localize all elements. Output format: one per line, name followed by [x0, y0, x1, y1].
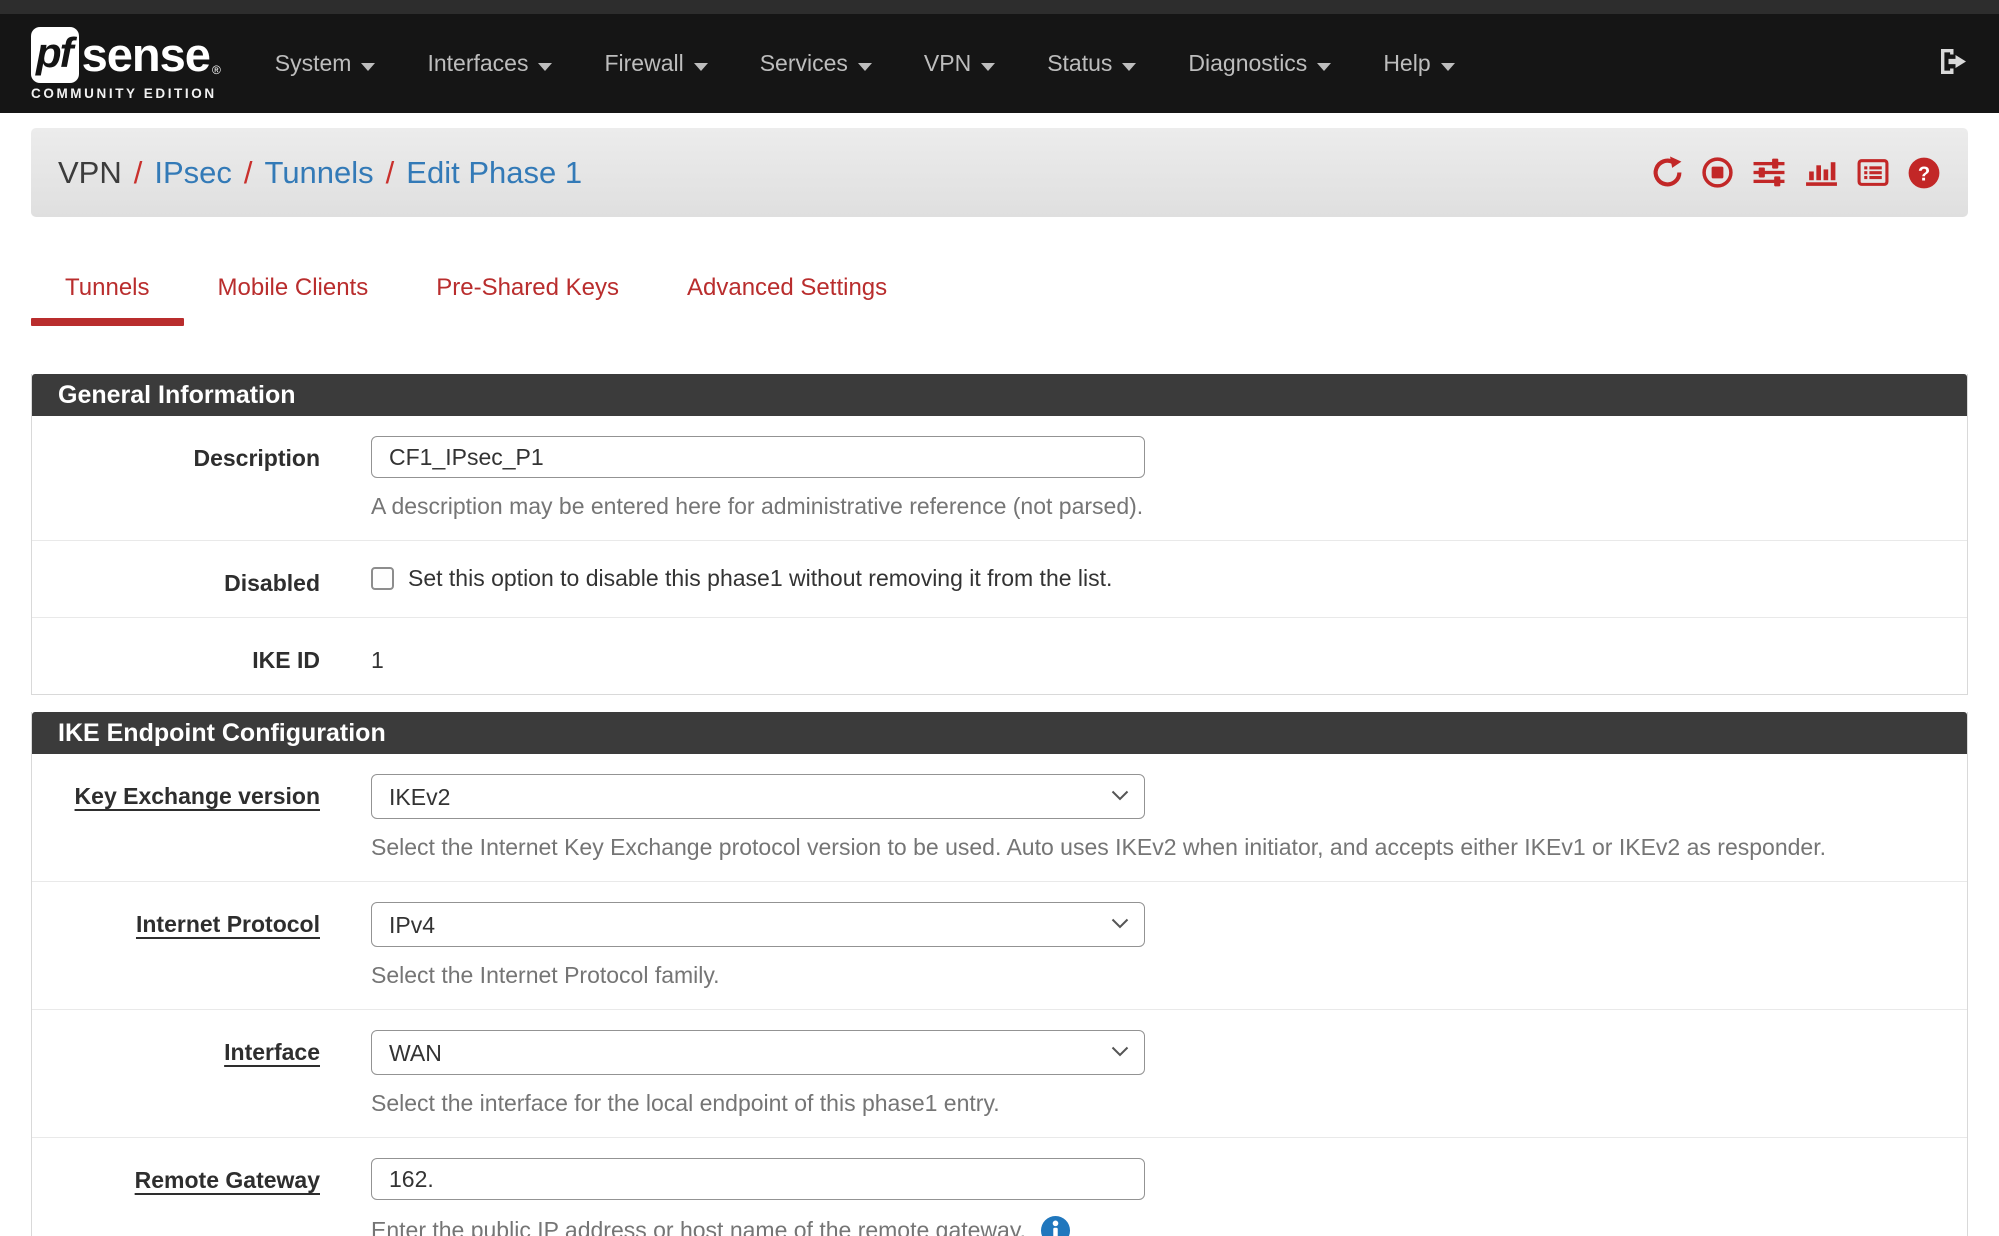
chevron-down-icon — [361, 63, 375, 71]
menu-vpn[interactable]: VPN — [898, 50, 1021, 77]
menu-system[interactable]: System — [249, 50, 402, 77]
sliders-icon[interactable] — [1751, 156, 1787, 189]
logo-edition-text: COMMUNITY EDITION — [31, 86, 221, 101]
pfsense-logo[interactable]: pf sense ® COMMUNITY EDITION — [31, 27, 221, 101]
top-strip — [0, 0, 1999, 14]
menu-services[interactable]: Services — [734, 50, 898, 77]
menu-diagnostics[interactable]: Diagnostics — [1162, 50, 1357, 77]
disabled-checkbox-label: Set this option to disable this phase1 w… — [408, 565, 1112, 592]
breadcrumb-bar: VPN / IPsec / Tunnels / Edit Phase 1 — [31, 128, 1968, 217]
breadcrumb-separator: / — [232, 155, 265, 191]
tab-advanced-settings[interactable]: Advanced Settings — [653, 274, 921, 326]
breadcrumb-separator: / — [122, 155, 155, 191]
chevron-down-icon — [694, 63, 708, 71]
remote-gateway-label: Remote Gateway — [32, 1158, 320, 1236]
row-ike-id: IKE ID 1 — [32, 618, 1967, 694]
internet-protocol-help: Select the Internet Protocol family. — [371, 962, 1967, 989]
remote-gateway-input[interactable] — [371, 1158, 1145, 1200]
row-key-exchange-version: Key Exchange version IKEv2 Select the In… — [32, 754, 1967, 882]
row-disabled: Disabled Set this option to disable this… — [32, 541, 1967, 618]
breadcrumb-link-tunnels[interactable]: Tunnels — [265, 155, 374, 191]
sign-out-icon[interactable] — [1937, 45, 1969, 82]
log-icon[interactable] — [1856, 156, 1890, 189]
panel-ike-endpoint-configuration: IKE Endpoint Configuration Key Exchange … — [31, 712, 1968, 1236]
description-label: Description — [32, 436, 320, 520]
row-remote-gateway: Remote Gateway Enter the public IP addre… — [32, 1138, 1967, 1236]
main-navbar: pf sense ® COMMUNITY EDITION System Inte… — [0, 14, 1999, 113]
interface-label: Interface — [32, 1030, 320, 1117]
panel-general-information: General Information Description A descri… — [31, 374, 1968, 695]
navbar-menu: System Interfaces Firewall Services VPN … — [249, 50, 1481, 77]
chevron-down-icon — [1317, 63, 1331, 71]
breadcrumb-link-edit-phase1[interactable]: Edit Phase 1 — [406, 155, 582, 191]
section-title: IKE Endpoint Configuration — [32, 712, 1967, 754]
chevron-down-icon — [1441, 63, 1455, 71]
internet-protocol-label: Internet Protocol — [32, 902, 320, 989]
chevron-down-icon — [1122, 63, 1136, 71]
row-internet-protocol: Internet Protocol IPv4 Select the Intern… — [32, 882, 1967, 1010]
description-input[interactable] — [371, 436, 1145, 478]
ike-id-value: 1 — [371, 638, 1967, 674]
logo-sense-text: sense — [82, 27, 210, 82]
logo-pf-mark: pf — [31, 27, 79, 83]
row-interface: Interface WAN Select the interface for t… — [32, 1010, 1967, 1138]
row-description: Description A description may be entered… — [32, 416, 1967, 541]
ike-id-label: IKE ID — [32, 638, 320, 674]
internet-protocol-select[interactable]: IPv4 — [371, 902, 1145, 947]
menu-status[interactable]: Status — [1021, 50, 1162, 77]
chevron-down-icon — [981, 63, 995, 71]
info-circle-icon[interactable] — [1040, 1215, 1071, 1236]
chart-icon[interactable] — [1804, 156, 1839, 189]
tab-pre-shared-keys[interactable]: Pre-Shared Keys — [402, 274, 653, 326]
menu-help[interactable]: Help — [1357, 50, 1480, 77]
breadcrumb-link-ipsec[interactable]: IPsec — [154, 155, 232, 191]
breadcrumb-separator: / — [374, 155, 407, 191]
description-help: A description may be entered here for ad… — [371, 493, 1967, 520]
interface-select[interactable]: WAN — [371, 1030, 1145, 1075]
key-exchange-label: Key Exchange version — [32, 774, 320, 861]
interface-help: Select the interface for the local endpo… — [371, 1090, 1967, 1117]
section-title: General Information — [32, 374, 1967, 416]
key-exchange-select[interactable]: IKEv2 — [371, 774, 1145, 819]
disabled-label: Disabled — [32, 561, 320, 597]
logo-trademark: ® — [212, 63, 221, 77]
remote-gateway-help: Enter the public IP address or host name… — [371, 1217, 1026, 1236]
chevron-down-icon — [538, 63, 552, 71]
page-action-icons: ? — [1651, 156, 1941, 190]
stop-icon[interactable] — [1701, 156, 1734, 189]
breadcrumb-vpn: VPN — [58, 155, 122, 191]
key-exchange-help: Select the Internet Key Exchange protoco… — [371, 834, 1967, 861]
refresh-icon[interactable] — [1651, 156, 1684, 189]
help-icon[interactable]: ? — [1907, 156, 1941, 190]
menu-firewall[interactable]: Firewall — [578, 50, 733, 77]
tab-bar: Tunnels Mobile Clients Pre-Shared Keys A… — [31, 274, 1968, 326]
chevron-down-icon — [858, 63, 872, 71]
tab-tunnels[interactable]: Tunnels — [31, 274, 184, 326]
svg-text:?: ? — [1918, 163, 1930, 185]
breadcrumb: VPN / IPsec / Tunnels / Edit Phase 1 — [58, 155, 582, 191]
disabled-checkbox[interactable] — [371, 567, 394, 590]
menu-interfaces[interactable]: Interfaces — [401, 50, 578, 77]
tab-mobile-clients[interactable]: Mobile Clients — [184, 274, 403, 326]
